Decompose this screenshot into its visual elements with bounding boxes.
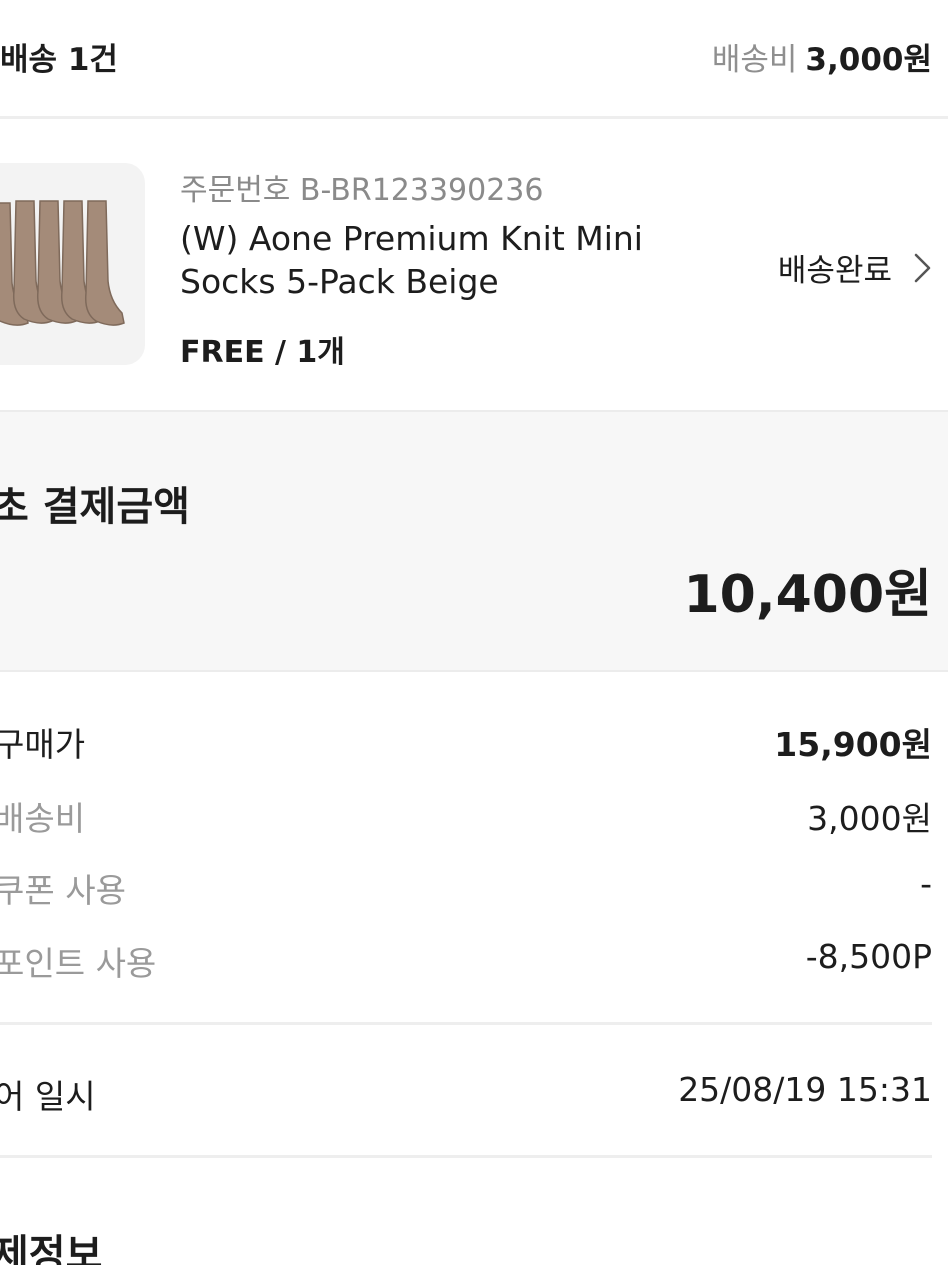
row-value: -8,500P bbox=[805, 937, 932, 976]
row-value: 15,900원 bbox=[774, 725, 932, 764]
chevron-right-icon bbox=[912, 251, 934, 285]
datetime-value: 25/08/19 15:31 bbox=[678, 1070, 932, 1109]
shipping-fee-row: 배송비 3,000원 bbox=[0, 792, 932, 838]
order-detail-page: 배송 1건 배송비 3,000원 주문번호 B-BR123390236 (W) A… bbox=[0, 0, 948, 1265]
row-label: 배송비 bbox=[0, 799, 86, 838]
row-label: 포인트 사용 bbox=[0, 944, 157, 983]
row-label: 쿠폰 사용 bbox=[0, 871, 126, 910]
total-payment-panel: 초 결제금액 10,400원 bbox=[0, 410, 948, 672]
product-option: FREE / 1개 bbox=[180, 335, 345, 370]
points-row: 포인트 사용 -8,500P bbox=[0, 937, 932, 983]
beige-socks-icon bbox=[0, 200, 125, 326]
shipping-fee-value: 3,000원 bbox=[805, 42, 932, 78]
product-row[interactable]: 주문번호 B-BR123390236 (W) Aone Premium Knit… bbox=[0, 119, 948, 411]
total-payment-amount: 10,400원 bbox=[683, 565, 932, 625]
shipping-header: 배송 1건 배송비 3,000원 bbox=[0, 0, 948, 116]
delivery-status-label: 배송완료 bbox=[777, 253, 892, 289]
total-payment-title: 초 결제금액 bbox=[0, 484, 190, 530]
purchase-price-row: 구매가 15,900원 bbox=[0, 718, 932, 764]
product-name[interactable]: (W) Aone Premium Knit Mini Socks 5-Pack … bbox=[180, 217, 660, 303]
order-number: 주문번호 B-BR123390236 bbox=[180, 173, 544, 208]
product-image[interactable] bbox=[0, 163, 145, 365]
shipping-fee-label: 배송비 bbox=[711, 42, 798, 78]
shipping-fee: 배송비 3,000원 bbox=[712, 34, 932, 79]
datetime-label: 어 일시 bbox=[0, 1077, 96, 1116]
coupon-row: 쿠폰 사용 - bbox=[0, 864, 932, 910]
shipping-count: 배송 1건 bbox=[0, 42, 118, 78]
row-value: - bbox=[920, 864, 932, 903]
divider bbox=[0, 1022, 932, 1025]
order-datetime-row: 어 일시 25/08/19 15:31 bbox=[0, 1070, 932, 1116]
row-label: 구매가 bbox=[0, 725, 86, 764]
section-title: 제정보 bbox=[0, 1232, 103, 1265]
row-value: 3,000원 bbox=[807, 799, 932, 838]
divider bbox=[0, 1155, 932, 1158]
delivery-status-link[interactable]: 배송완료 bbox=[778, 245, 934, 290]
